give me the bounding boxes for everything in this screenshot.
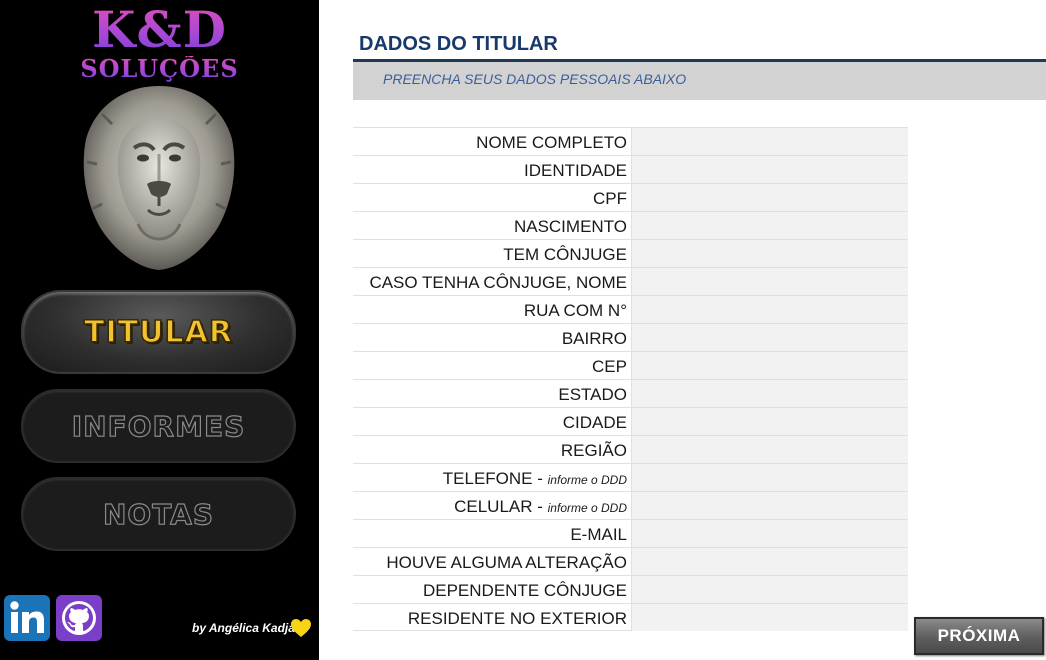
field-label: CELULAR - informe o DDD xyxy=(454,497,627,516)
field-label: RUA COM N° xyxy=(523,301,627,320)
form-row-residente-exterior: RESIDENTE NO EXTERIOR xyxy=(353,603,908,631)
regiao-field[interactable] xyxy=(631,436,908,463)
nome-completo-field[interactable] xyxy=(631,128,908,155)
identidade-field[interactable] xyxy=(631,156,908,183)
form-row-dependente-conjuge: DEPENDENTE CÔNJUGE xyxy=(353,575,908,603)
dependente-conjuge-field[interactable] xyxy=(631,576,908,603)
field-label: HOUVE ALGUMA ALTERAÇÃO xyxy=(386,553,627,572)
field-label: IDENTIDADE xyxy=(524,161,627,180)
cpf-field[interactable] xyxy=(631,184,908,211)
nav-informes-button[interactable]: INFORMES xyxy=(21,389,296,463)
telefone-field[interactable] xyxy=(631,464,908,491)
field-label: BAIRRO xyxy=(561,329,627,348)
app-window: K&D SOLUÇÕES TITULAR INFORMES NOTAS by A… xyxy=(0,0,1046,660)
form-row-cidade: CIDADE xyxy=(353,407,908,435)
linkedin-icon[interactable] xyxy=(4,595,50,641)
form-row-regiao: REGIÃO xyxy=(353,435,908,463)
nav-notas-button[interactable]: NOTAS xyxy=(21,477,296,551)
nav-informes-label: INFORMES xyxy=(71,409,246,443)
email-field[interactable] xyxy=(631,520,908,547)
field-label: CASO TENHA CÔNJUGE, NOME xyxy=(369,273,627,292)
celular-field[interactable] xyxy=(631,492,908,519)
field-label: RESIDENTE NO EXTERIOR xyxy=(407,609,627,628)
form-row-estado: ESTADO xyxy=(353,379,908,407)
form-row-nome-conjuge: CASO TENHA CÔNJUGE, NOME xyxy=(353,267,908,295)
field-label: E-MAIL xyxy=(570,525,627,544)
residente-exterior-field[interactable] xyxy=(631,604,908,631)
form-row-cep: CEP xyxy=(353,351,908,379)
yellow-heart-icon xyxy=(291,619,311,637)
field-label: NOME COMPLETO xyxy=(476,133,627,152)
bairro-field[interactable] xyxy=(631,324,908,351)
form-row-rua: RUA COM N° xyxy=(353,295,908,323)
field-label: CPF xyxy=(593,189,627,208)
form-row-telefone: TELEFONE - informe o DDD xyxy=(353,463,908,491)
subtitle-text: PREENCHA SEUS DADOS PESSOAIS ABAIXO xyxy=(383,71,687,87)
field-label: DEPENDENTE CÔNJUGE xyxy=(422,581,627,600)
field-label: NASCIMENTO xyxy=(513,217,627,236)
form-row-bairro: BAIRRO xyxy=(353,323,908,351)
field-label: TELEFONE - informe o DDD xyxy=(442,469,627,488)
form-row-email: E-MAIL xyxy=(353,519,908,547)
estado-field[interactable] xyxy=(631,380,908,407)
nascimento-field[interactable] xyxy=(631,212,908,239)
field-label: TEM CÔNJUGE xyxy=(503,245,627,264)
cidade-field[interactable] xyxy=(631,408,908,435)
github-icon[interactable] xyxy=(56,595,102,641)
author-credit: by Angélica Kadja xyxy=(192,621,295,635)
alteracao-field[interactable] xyxy=(631,548,908,575)
field-label: CEP xyxy=(592,357,627,376)
form-row-alteracao: HOUVE ALGUMA ALTERAÇÃO xyxy=(353,547,908,575)
next-button[interactable]: PRÓXIMA xyxy=(914,617,1044,655)
titular-form: NOME COMPLETO IDENTIDADE CPF NASCIMENTO … xyxy=(353,127,908,631)
nav-titular-label: TITULAR xyxy=(83,314,233,351)
form-row-nascimento: NASCIMENTO xyxy=(353,211,908,239)
field-hint: informe o DDD xyxy=(547,501,627,515)
lion-logo-icon xyxy=(83,86,235,270)
nome-conjuge-field[interactable] xyxy=(631,268,908,295)
form-row-cpf: CPF xyxy=(353,183,908,211)
sidebar: K&D SOLUÇÕES TITULAR INFORMES NOTAS by A… xyxy=(0,0,319,660)
form-row-tem-conjuge: TEM CÔNJUGE xyxy=(353,239,908,267)
rua-field[interactable] xyxy=(631,296,908,323)
nav-titular-button[interactable]: TITULAR xyxy=(21,290,296,374)
form-row-nome-completo: NOME COMPLETO xyxy=(353,127,908,155)
logo-main-text: K&D xyxy=(0,2,319,58)
field-hint: informe o DDD xyxy=(547,473,627,487)
form-row-identidade: IDENTIDADE xyxy=(353,155,908,183)
nav-notas-label: NOTAS xyxy=(102,497,214,531)
field-label: CIDADE xyxy=(562,413,627,432)
field-label: ESTADO xyxy=(558,385,627,404)
form-row-celular: CELULAR - informe o DDD xyxy=(353,491,908,519)
page-title: DADOS DO TITULAR xyxy=(359,33,558,55)
field-label: REGIÃO xyxy=(560,441,627,460)
logo-sub-text: SOLUÇÕES xyxy=(0,56,319,82)
subtitle-banner: PREENCHA SEUS DADOS PESSOAIS ABAIXO xyxy=(353,62,1046,100)
tem-conjuge-field[interactable] xyxy=(631,240,908,267)
cep-field[interactable] xyxy=(631,352,908,379)
